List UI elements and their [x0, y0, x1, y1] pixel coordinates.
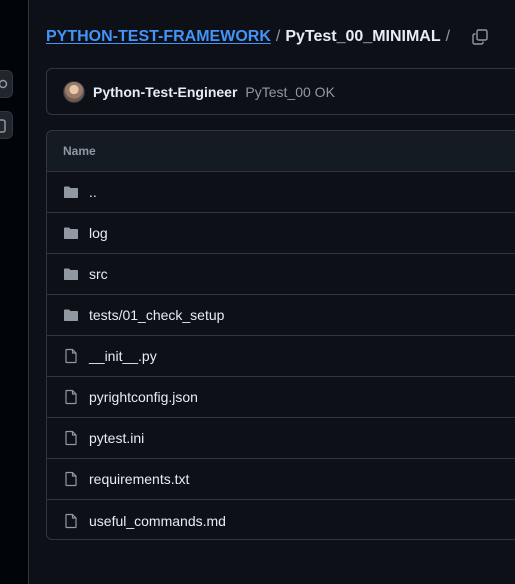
- sidebar: [0, 0, 29, 584]
- folder-icon: [63, 225, 79, 241]
- table-row[interactable]: log: [47, 213, 515, 254]
- latest-commit-bar: Python-Test-Engineer PyTest_00 OK: [46, 68, 515, 115]
- breadcrumb-separator: /: [275, 28, 281, 45]
- table-header: Name: [47, 131, 515, 172]
- folder-icon: [63, 266, 79, 282]
- column-header-name: Name: [63, 144, 96, 158]
- file-icon: [63, 513, 79, 529]
- panel-icon: [0, 119, 6, 133]
- file-table: Name .. log src tests/01_check_setup __init_…: [46, 130, 515, 540]
- copy-path-button[interactable]: [469, 26, 491, 48]
- file-icon: [63, 389, 79, 405]
- file-name-link[interactable]: tests/01_check_setup: [89, 307, 224, 323]
- file-icon: [63, 471, 79, 487]
- breadcrumb-trailing-separator: /: [445, 28, 451, 45]
- avatar[interactable]: [63, 80, 85, 103]
- copy-icon: [472, 29, 488, 45]
- file-name-link[interactable]: ..: [89, 184, 97, 200]
- search-icon: [0, 79, 8, 89]
- file-name-link[interactable]: pytest.ini: [89, 430, 144, 446]
- folder-icon: [63, 307, 79, 323]
- file-name-link[interactable]: requirements.txt: [89, 471, 189, 487]
- table-row[interactable]: tests/01_check_setup: [47, 295, 515, 336]
- file-name-link[interactable]: useful_commands.md: [89, 513, 226, 529]
- file-name-link[interactable]: pyrightconfig.json: [89, 389, 198, 405]
- file-name-link[interactable]: log: [89, 225, 108, 241]
- table-row[interactable]: ..: [47, 172, 515, 213]
- file-name-link[interactable]: src: [89, 266, 108, 282]
- breadcrumb-current: PyTest_00_MINIMAL: [285, 28, 441, 45]
- table-row[interactable]: src: [47, 254, 515, 295]
- table-row[interactable]: __init__.py: [47, 336, 515, 377]
- table-row[interactable]: requirements.txt: [47, 459, 515, 500]
- commit-author[interactable]: Python-Test-Engineer: [93, 84, 237, 100]
- file-icon: [63, 348, 79, 364]
- folder-icon: [63, 184, 79, 200]
- table-row[interactable]: pytest.ini: [47, 418, 515, 459]
- file-name-link[interactable]: __init__.py: [89, 348, 157, 364]
- table-row[interactable]: pyrightconfig.json: [47, 377, 515, 418]
- sidebar-panel-button[interactable]: [0, 111, 13, 139]
- breadcrumb-repo-link[interactable]: PYTHON-TEST-FRAMEWORK: [46, 28, 271, 46]
- file-icon: [63, 430, 79, 446]
- commit-message[interactable]: PyTest_00 OK: [245, 84, 335, 100]
- breadcrumb: PYTHON-TEST-FRAMEWORK / PyTest_00_MINIMA…: [46, 26, 491, 48]
- search-button[interactable]: [0, 70, 13, 98]
- table-row[interactable]: useful_commands.md: [47, 500, 515, 539]
